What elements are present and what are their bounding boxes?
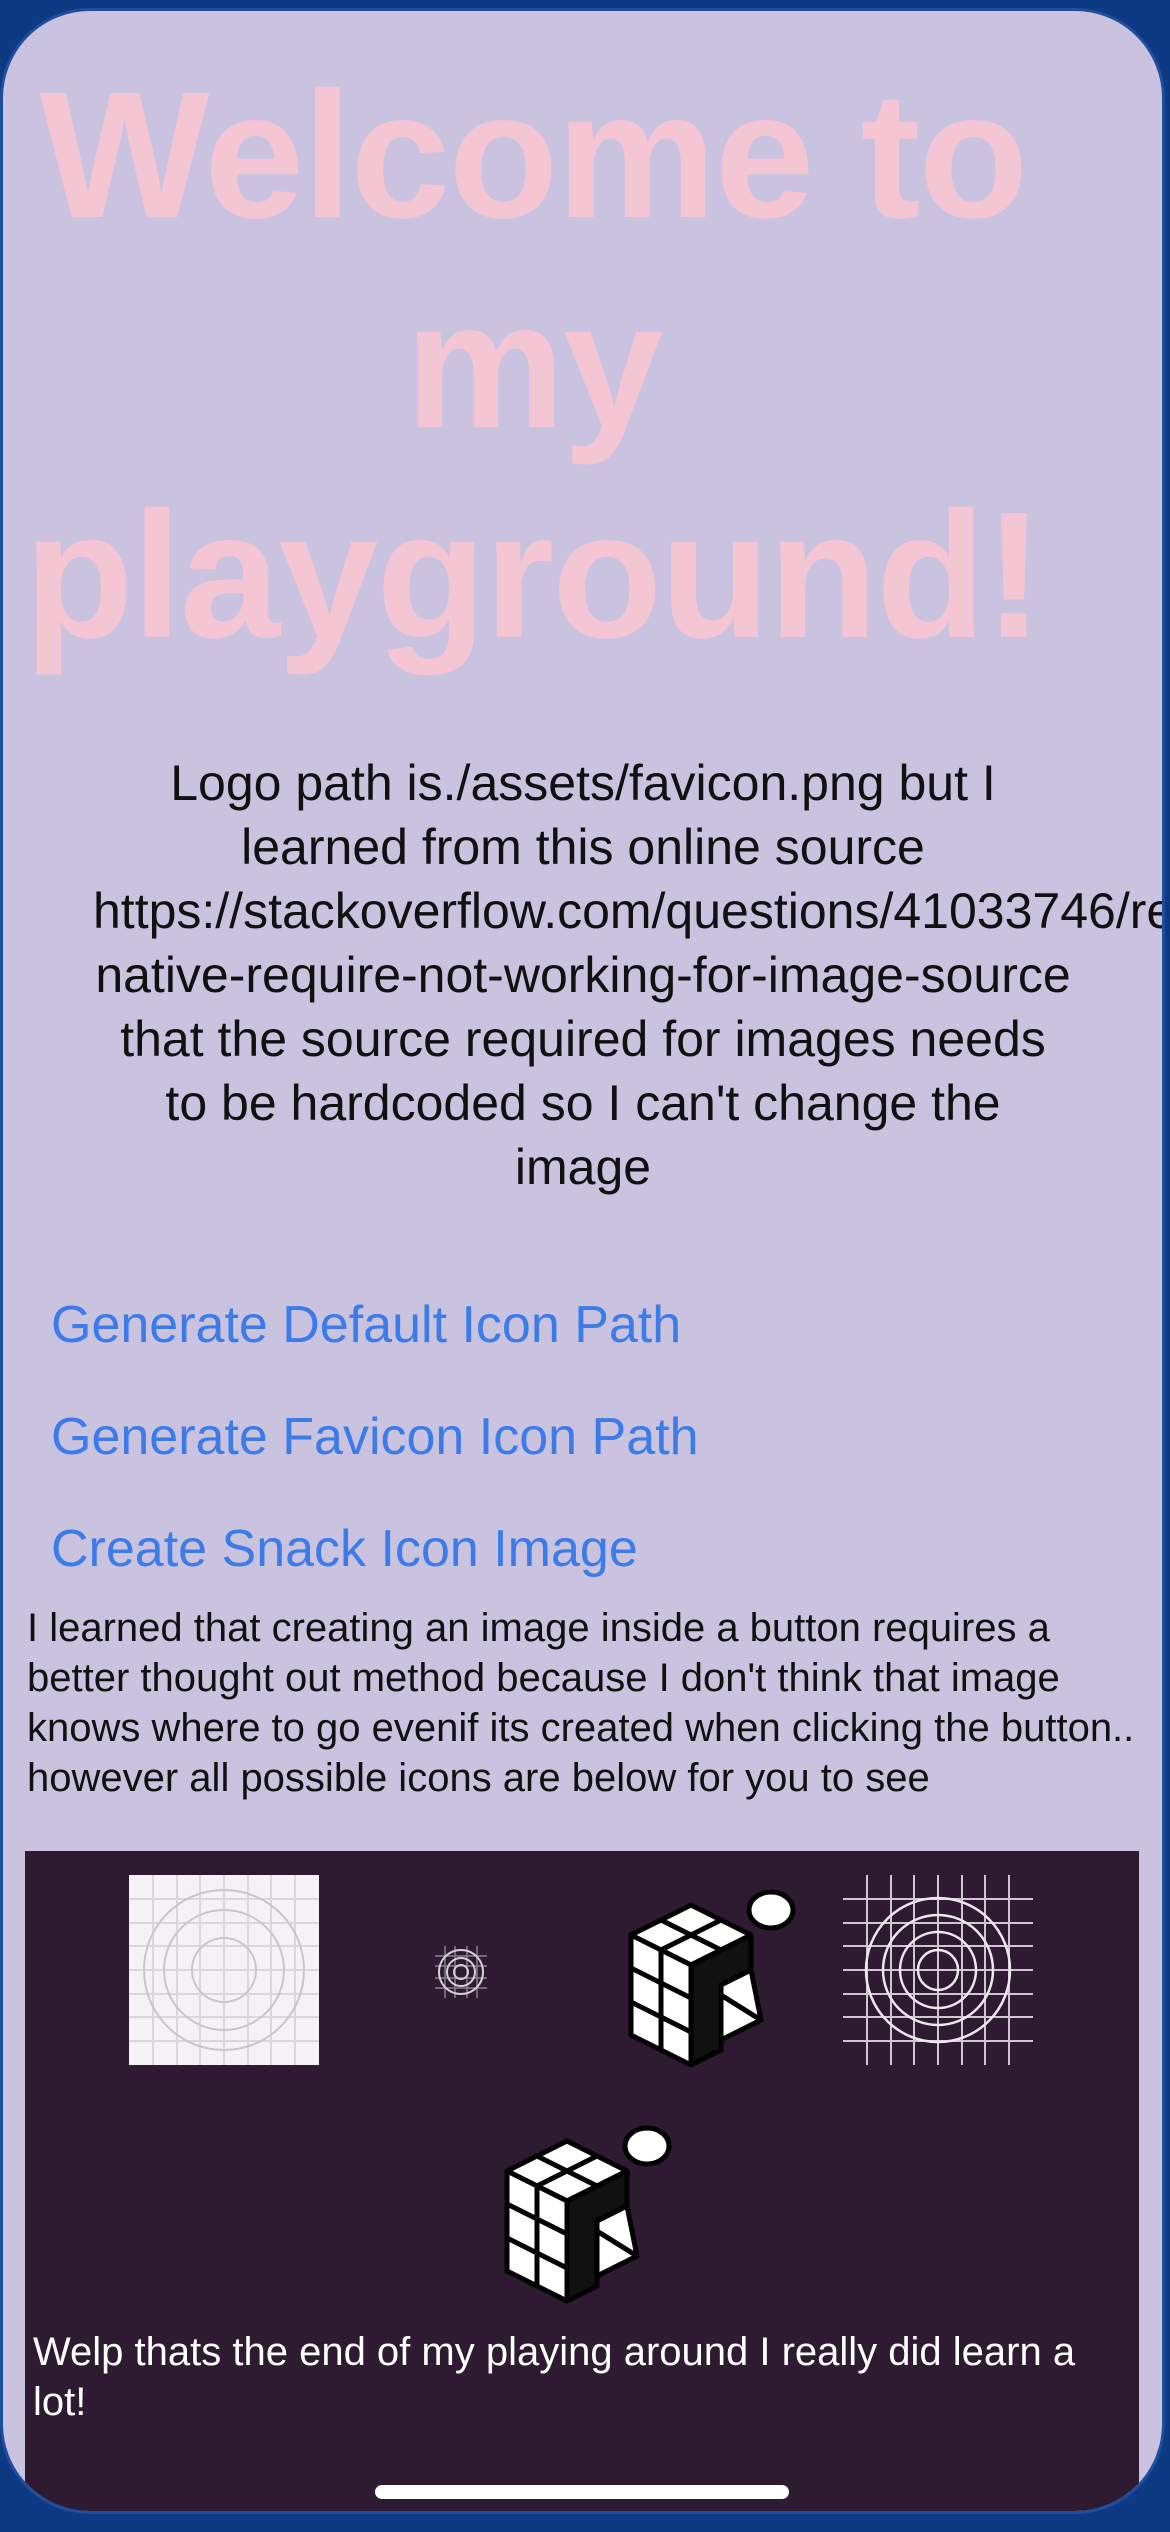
adaptive-icon-grid: [129, 1875, 319, 2070]
snack-cube-icon-large: [477, 2111, 677, 2316]
generate-favicon-icon-path-button[interactable]: Generate Favicon Icon Path: [51, 1405, 699, 1469]
generate-default-icon-path-button[interactable]: Generate Default Icon Path: [51, 1293, 681, 1357]
favicon-target-icon: [435, 1946, 487, 2003]
snack-cube-icon: [601, 1875, 801, 2080]
splash-grid-icon: [843, 1875, 1033, 2070]
welcome-title: Welcome to my playground!: [24, 55, 1044, 676]
closing-message: Welp thats the end of my playing around …: [33, 2330, 1076, 2424]
create-snack-icon-image-button[interactable]: Create Snack Icon Image: [51, 1517, 638, 1581]
button-image-note: I learned that creating an image inside …: [27, 1606, 1135, 1800]
home-indicator[interactable]: [375, 2485, 789, 2499]
app-screen: Welcome to my playground! Logo path is./…: [0, 8, 1165, 2514]
logo-path-description: Logo path is./assets/favicon.png but I l…: [93, 755, 1165, 1195]
